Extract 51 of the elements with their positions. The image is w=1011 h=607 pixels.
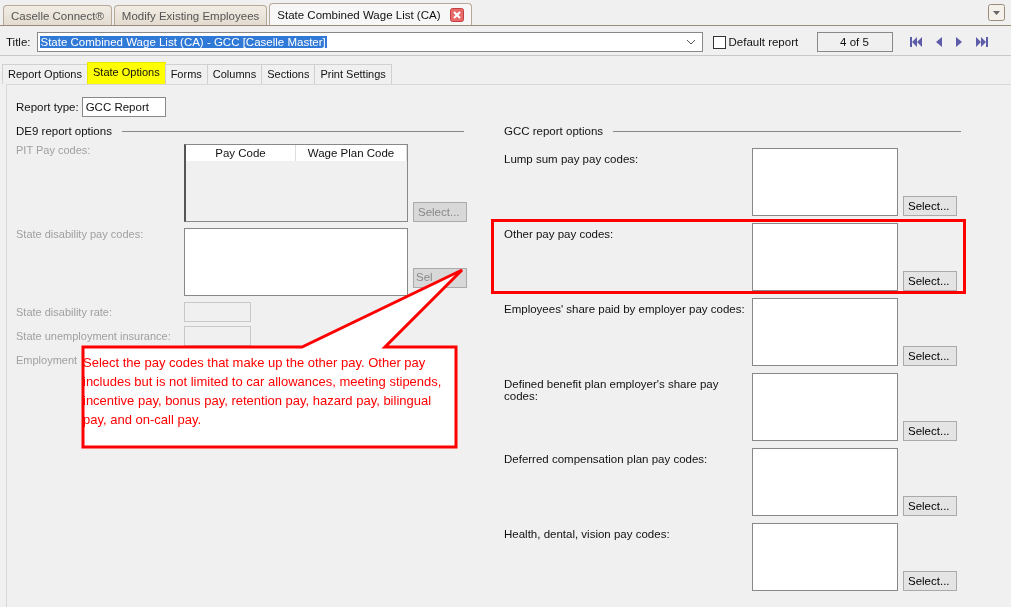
field-label: Health, dental, vision pay codes: bbox=[504, 527, 671, 540]
title-label: Title: bbox=[6, 36, 31, 48]
first-record-icon[interactable] bbox=[909, 37, 922, 47]
section-heading: DE9 report options bbox=[16, 125, 112, 137]
field-label: Employees' share paid by employer pay codes: bbox=[504, 302, 746, 315]
document-tab[interactable]: Modify Existing Employees bbox=[113, 5, 268, 25]
dropdown-icon[interactable] bbox=[988, 4, 1005, 21]
tab[interactable]: Report Options bbox=[2, 64, 88, 84]
default-report-checkbox[interactable]: Default report bbox=[712, 35, 813, 49]
select-button[interactable]: Select... bbox=[903, 421, 957, 441]
column-header: Pay Code bbox=[186, 145, 296, 161]
input-field[interactable] bbox=[184, 302, 251, 322]
field-label: State disability pay codes: bbox=[16, 228, 144, 240]
field-label: Lump sum pay pay codes: bbox=[504, 152, 640, 165]
field-label: Employment bbox=[16, 354, 78, 366]
chevron-icon bbox=[685, 39, 696, 45]
field-label: Defined benefit plan employer's share pay codes: bbox=[504, 377, 720, 402]
select-button[interactable]: Select... bbox=[903, 346, 957, 366]
close-icon[interactable] bbox=[450, 7, 465, 22]
field-label: State disability rate: bbox=[16, 306, 112, 318]
tab[interactable]: Print Settings bbox=[314, 64, 392, 84]
select-button[interactable]: Select... bbox=[903, 571, 957, 591]
select-button[interactable]: Select... bbox=[903, 496, 957, 516]
pay-code-list[interactable] bbox=[752, 448, 898, 516]
pay-code-list[interactable] bbox=[752, 223, 898, 291]
section-heading: GCC report options bbox=[504, 125, 604, 137]
next-record-icon[interactable] bbox=[955, 37, 962, 47]
tab[interactable]: Forms bbox=[164, 64, 208, 84]
record-counter: 4 of 5 bbox=[816, 32, 893, 52]
pay-code-list[interactable] bbox=[752, 523, 898, 591]
pay-code-list[interactable] bbox=[752, 298, 898, 366]
previous-record-icon[interactable] bbox=[935, 37, 942, 47]
title-combo[interactable]: State Combined Wage List (CA) - GCC [Caselle Master] bbox=[36, 32, 703, 52]
callout-text: Select the pay codes that make up the other pay. Other pay includes but is not limited to car allowances, meeting stipends, incentive pay, bonus pay, retention pay, hazard pay, bilingual pay, and on-call pay. bbox=[83, 354, 443, 429]
field-label: PIT Pay codes: bbox=[16, 144, 91, 156]
select-button[interactable]: Select... bbox=[903, 271, 957, 291]
field-label: State unemployment insurance: bbox=[16, 330, 171, 342]
field-label: Other pay pay codes: bbox=[504, 227, 615, 240]
tab[interactable]: State Options bbox=[87, 62, 166, 84]
document-tab[interactable]: Caselle Connect® bbox=[3, 5, 112, 25]
last-record-icon[interactable] bbox=[975, 37, 988, 47]
pay-code-list[interactable] bbox=[752, 373, 898, 441]
pay-code-list[interactable] bbox=[752, 148, 898, 216]
report-type-dropdown[interactable]: GCC Report bbox=[81, 97, 166, 117]
column-header: Wage Plan Code bbox=[296, 145, 407, 161]
field-label: Deferred compensation plan pay codes: bbox=[504, 452, 709, 465]
pay-code-list[interactable] bbox=[184, 228, 408, 296]
report-type-label: Report type: bbox=[16, 101, 79, 113]
document-tab[interactable]: State Combined Wage List (CA) bbox=[269, 3, 473, 25]
input-field[interactable] bbox=[184, 326, 251, 346]
select-button[interactable]: Select... bbox=[903, 196, 957, 216]
